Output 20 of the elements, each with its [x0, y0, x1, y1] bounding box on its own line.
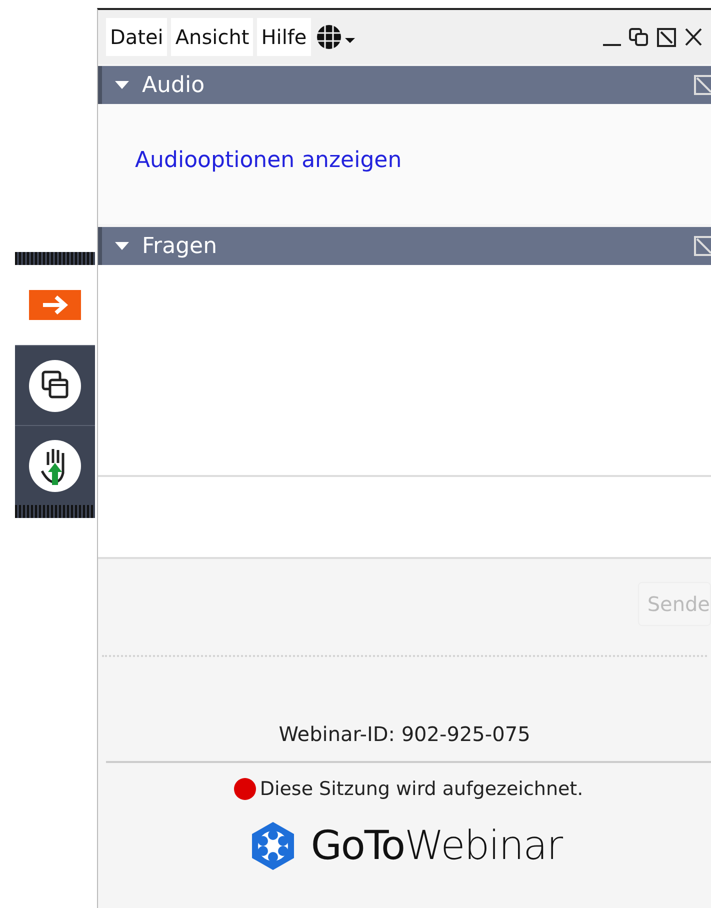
- globe-icon[interactable]: [314, 23, 357, 51]
- windows-icon: [28, 358, 82, 412]
- popout-icon[interactable]: [655, 26, 679, 48]
- recording-notice: Diese Sitzung wird aufgezeichnet.: [260, 777, 584, 802]
- panel-title: Audio: [142, 72, 206, 100]
- menu-item[interactable]: Datei: [106, 18, 168, 56]
- windows-icon[interactable]: [627, 26, 651, 48]
- panel-header[interactable]: Fragen: [98, 227, 711, 265]
- close-icon[interactable]: [683, 26, 703, 48]
- caret-icon[interactable]: [114, 240, 130, 252]
- menu-item[interactable]: Hilfe: [257, 18, 311, 56]
- webinar-id: Webinar-ID: 902-925-075: [278, 721, 530, 748]
- menu-item[interactable]: Ansicht: [171, 18, 254, 56]
- logo-wordmark: GoToWebinar: [310, 822, 562, 870]
- panel-header[interactable]: Audio: [98, 66, 711, 104]
- panel-title: Fragen: [142, 232, 218, 260]
- raise-hand-icon: [28, 438, 82, 492]
- audio-options-link[interactable]: Audiooptionen anzeigen: [135, 148, 402, 173]
- caret-icon[interactable]: [114, 79, 130, 91]
- question-input[interactable]: [98, 477, 711, 559]
